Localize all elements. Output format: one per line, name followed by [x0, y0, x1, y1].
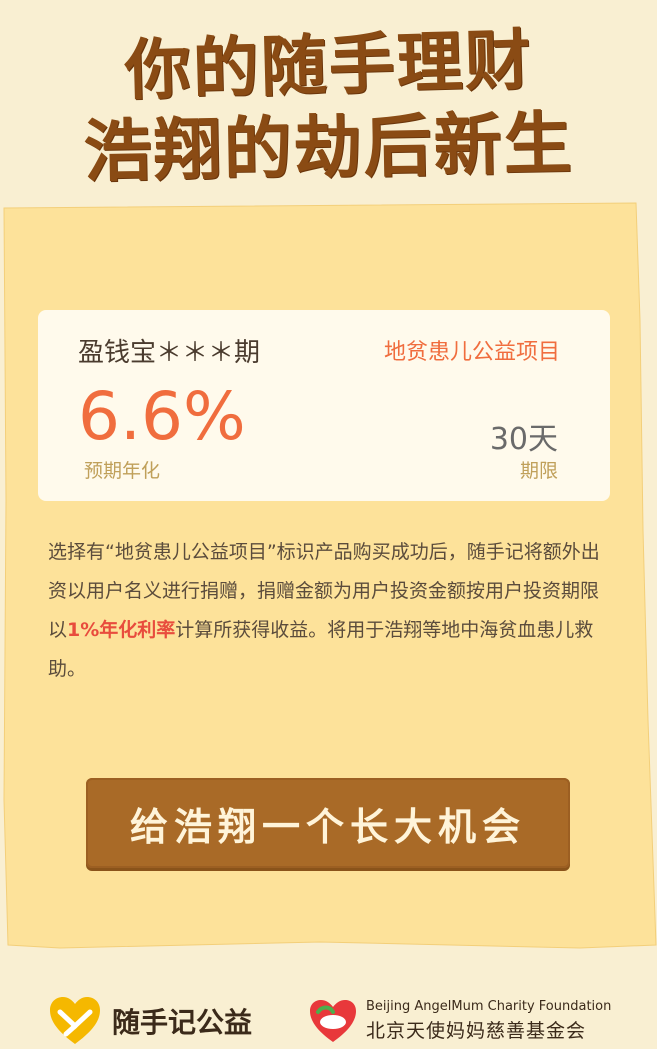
annual-rate: 6.6% [78, 378, 246, 455]
term-value: 30天 [489, 422, 558, 457]
suishouji-charity-brand: 随手记公益 [112, 1006, 253, 1039]
charity-project-tag: 地贫患儿公益项目 [383, 340, 560, 365]
description-highlight: 1%年化利率 [67, 619, 176, 641]
suishouji-charity-logo: 随手记公益 [48, 993, 252, 1049]
angelmum-foundation-logo: Beijing AngelMum Charity Foundation 北京天使… [308, 996, 611, 1046]
headline-line2: 浩翔的劫后新生 [82, 103, 575, 193]
term-label: 期限 [519, 460, 558, 482]
angelmum-english-name: Beijing AngelMum Charity Foundation [366, 999, 612, 1014]
product-name: 盈钱宝＊＊＊期 [78, 338, 261, 368]
angelmum-heart-icon [310, 1000, 356, 1042]
annual-rate-label: 预期年化 [84, 460, 161, 482]
product-card[interactable]: 盈钱宝＊＊＊期 地贫患儿公益项目 6.6% 预期年化 30天 期限 [38, 310, 610, 501]
heart-hands-icon [50, 997, 100, 1044]
angelmum-text: Beijing AngelMum Charity Foundation 北京天使… [366, 999, 611, 1043]
angelmum-chinese-name: 北京天使妈妈慈善基金会 [366, 1020, 587, 1042]
description-text: 选择有“地贫患儿公益项目”标识产品购买成功后，随手记将额外出资以用户名义进行捐赠… [48, 533, 616, 689]
give-chance-button[interactable]: 给浩翔一个长大机会 [86, 778, 570, 868]
